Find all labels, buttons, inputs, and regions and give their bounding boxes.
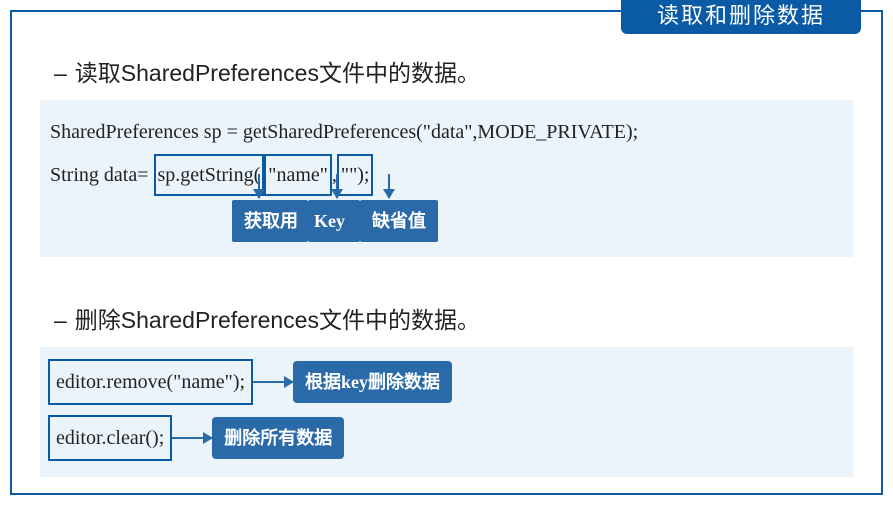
delete-heading-text: 删除SharedPreferences文件中的数据。 — [75, 307, 480, 333]
read-heading: –读取SharedPreferences文件中的数据。 — [54, 54, 853, 88]
arrow-down-icon — [388, 174, 390, 198]
label-key: Key — [308, 200, 360, 242]
delete-row-remove: editor.remove("name"); 根据key删除数据 — [48, 359, 845, 405]
dash-icon: – — [54, 307, 67, 333]
label-remove-by-key: 根据key删除数据 — [293, 361, 452, 403]
code-remove: editor.remove("name"); — [48, 359, 253, 405]
code-clear: editor.clear(); — [48, 415, 172, 461]
delete-row-clear: editor.clear(); 删除所有数据 — [48, 415, 845, 461]
arrow-right-icon — [253, 381, 293, 383]
slide-title-badge: 读取和删除数据 — [621, 0, 861, 34]
arrow-down-icon — [258, 174, 260, 198]
arrow-right-icon — [172, 437, 212, 439]
delete-code-block: editor.remove("name"); 根据key删除数据 editor.… — [40, 347, 853, 477]
box-key: "name" — [264, 154, 332, 196]
arrow-down-icon — [336, 174, 338, 198]
label-default: 缺省值 — [360, 200, 438, 242]
code-line-1: SharedPreferences sp = getSharedPreferen… — [50, 113, 843, 151]
code-prefix: String data= — [50, 164, 149, 186]
label-clear-all: 删除所有数据 — [212, 417, 344, 459]
read-heading-text: 读取SharedPreferences文件中的数据。 — [75, 60, 480, 86]
read-labels-group: 获取用 Key 缺省值 — [232, 200, 438, 242]
code-line-2: String data= sp.getString("name",""); — [50, 154, 843, 196]
read-code-block: SharedPreferences sp = getSharedPreferen… — [40, 100, 853, 257]
delete-heading: –删除SharedPreferences文件中的数据。 — [54, 301, 853, 335]
dash-icon: – — [54, 60, 67, 86]
box-getstring: sp.getString( — [154, 154, 265, 196]
label-get: 获取用 — [232, 200, 308, 242]
slide-frame: 读取和删除数据 –读取SharedPreferences文件中的数据。 Shar… — [10, 10, 883, 495]
